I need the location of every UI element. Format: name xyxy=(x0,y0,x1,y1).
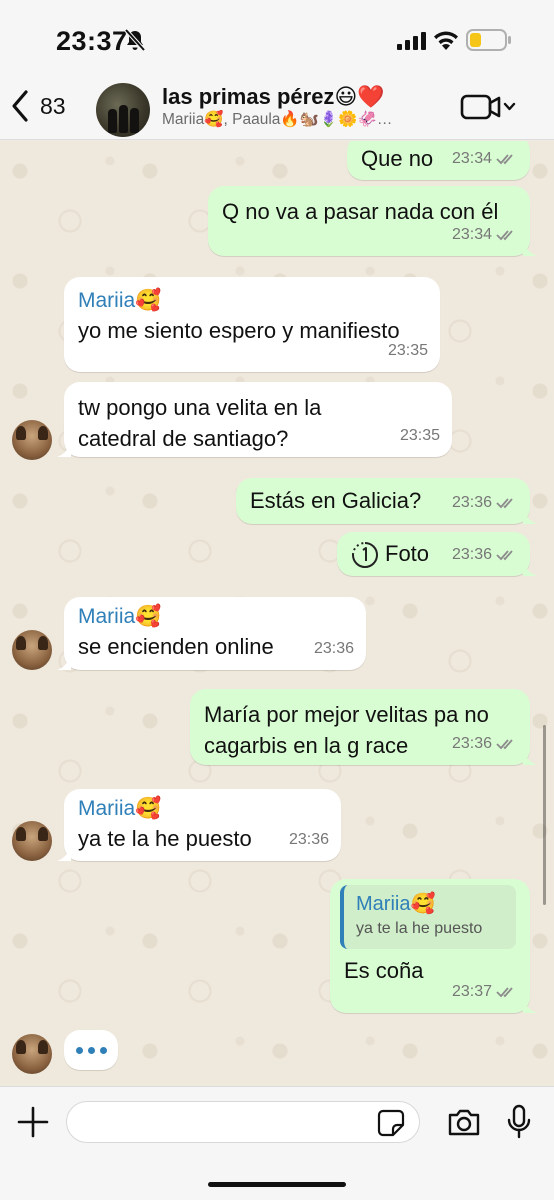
status-time: 23:37 xyxy=(56,26,128,56)
message-meta: 23:34 xyxy=(452,219,518,250)
sender-avatar[interactable] xyxy=(12,821,52,861)
double-check-icon xyxy=(496,550,513,561)
quoted-text: ya te la he puesto xyxy=(356,920,483,937)
message-meta: 23:37 xyxy=(452,976,518,1007)
message-incoming[interactable]: tw pongo una velita en la catedral de sa… xyxy=(57,382,452,457)
message-input[interactable] xyxy=(66,1101,420,1143)
sender-avatar[interactable] xyxy=(12,420,52,460)
double-check-icon xyxy=(496,739,513,750)
sender-avatar[interactable] xyxy=(12,1034,52,1074)
home-indicator xyxy=(208,1182,346,1187)
bubble-tail xyxy=(523,558,537,576)
microphone-icon xyxy=(507,1104,531,1139)
plus-icon xyxy=(17,1106,49,1138)
message-outgoing[interactable]: Estás en Galicia? 23:36 xyxy=(236,478,537,524)
message-meta: 23:36 xyxy=(452,539,518,570)
message-text: yo me siento espero y manifiesto xyxy=(78,318,400,343)
message-text: Estás en Galicia? xyxy=(250,488,422,513)
group-avatar[interactable] xyxy=(96,83,150,137)
bubble-tail xyxy=(57,652,71,670)
battery-icon xyxy=(466,29,511,51)
chat-area[interactable]: Que no 23:34 Q no va a pasar nada con él… xyxy=(0,141,554,1086)
bubble-tail xyxy=(523,238,537,256)
input-bar xyxy=(0,1086,554,1200)
message-time: 23:35 xyxy=(387,342,428,359)
message-incoming[interactable]: Mariia🥰 ya te la he puesto 23:36 xyxy=(57,789,341,861)
chat-header: 83 las primas pérez😃❤️ Mariia🥰, Paaula🔥🐿… xyxy=(0,80,554,140)
message-time: 23:36 xyxy=(288,831,329,848)
message-text: se encienden online xyxy=(78,634,274,659)
double-check-icon xyxy=(496,230,513,241)
view-once-photo-message[interactable]: Foto 23:36 xyxy=(337,532,537,576)
microphone-button[interactable] xyxy=(506,1104,532,1140)
camera-button[interactable] xyxy=(447,1107,481,1137)
typing-indicator xyxy=(64,1030,118,1070)
video-call-button[interactable] xyxy=(460,92,520,122)
unread-count: 83 xyxy=(40,92,66,119)
quoted-sender: Mariia🥰 xyxy=(356,893,436,915)
message-text: ya te la he puesto xyxy=(78,826,252,851)
sender-name[interactable]: Mariia🥰 xyxy=(78,287,426,315)
sender-name[interactable]: Mariia🥰 xyxy=(78,603,352,631)
double-check-icon xyxy=(496,498,513,509)
message-time: 23:37 xyxy=(451,983,492,1000)
quoted-message[interactable]: Mariia🥰 ya te la he puesto xyxy=(340,885,516,949)
double-check-icon xyxy=(496,987,513,998)
bell-off-icon xyxy=(124,28,146,52)
bubble-tail xyxy=(57,439,71,457)
sticker-button[interactable] xyxy=(377,1109,405,1137)
reply-message[interactable]: Mariia🥰 ya te la he puesto Es coña 23:37 xyxy=(330,879,537,1013)
status-bar: 23:37 xyxy=(0,0,554,80)
back-chevron-icon xyxy=(12,90,28,122)
attach-button[interactable] xyxy=(16,1105,50,1139)
message-time: 23:36 xyxy=(451,735,492,752)
message-time: 23:35 xyxy=(399,427,440,444)
message-text: Foto xyxy=(385,541,430,566)
message-outgoing[interactable]: Q no va a pasar nada con él 23:34 xyxy=(208,186,537,256)
view-once-icon xyxy=(352,542,378,569)
message-text: Es coña xyxy=(344,958,424,983)
message-incoming[interactable]: Mariia🥰 se encienden online 23:36 xyxy=(57,597,366,670)
video-camera-icon xyxy=(460,94,501,120)
sender-avatar[interactable] xyxy=(12,630,52,670)
bubble-tail xyxy=(523,747,537,765)
message-meta: 23:34 xyxy=(452,143,518,174)
message-meta: 23:36 xyxy=(452,487,518,518)
group-title[interactable]: las primas pérez😃❤️ xyxy=(162,84,385,110)
camera-icon xyxy=(448,1109,480,1136)
scrollbar[interactable] xyxy=(543,725,546,905)
message-text: Que no xyxy=(361,146,434,171)
message-time: 23:36 xyxy=(451,494,492,511)
message-incoming[interactable]: Mariia🥰 yo me siento espero y manifiesto… xyxy=(64,277,440,372)
signal-icon xyxy=(397,32,426,50)
message-time: 23:36 xyxy=(313,640,354,657)
message-outgoing[interactable]: Que no 23:34 xyxy=(347,141,530,180)
wifi-icon xyxy=(434,31,458,50)
group-members[interactable]: Mariia🥰, Paaula🔥🐿️🪻🌼🦑… xyxy=(162,110,432,129)
back-button[interactable]: 83 xyxy=(8,86,66,126)
bubble-tail xyxy=(523,995,537,1013)
bubble-tail xyxy=(523,506,537,524)
chevron-down-icon xyxy=(503,102,516,111)
bubble-tail xyxy=(57,843,71,861)
sender-name[interactable]: Mariia🥰 xyxy=(78,795,327,823)
sticker-icon xyxy=(377,1109,405,1137)
message-outgoing[interactable]: María por mejor velitas pa no cagarbis e… xyxy=(190,689,537,765)
message-time: 23:36 xyxy=(451,546,492,563)
double-check-icon xyxy=(496,154,513,165)
message-text: tw pongo una velita en la catedral de sa… xyxy=(78,395,322,451)
message-time: 23:34 xyxy=(451,150,492,167)
message-meta: 23:36 xyxy=(452,728,518,759)
message-time: 23:34 xyxy=(451,226,492,243)
